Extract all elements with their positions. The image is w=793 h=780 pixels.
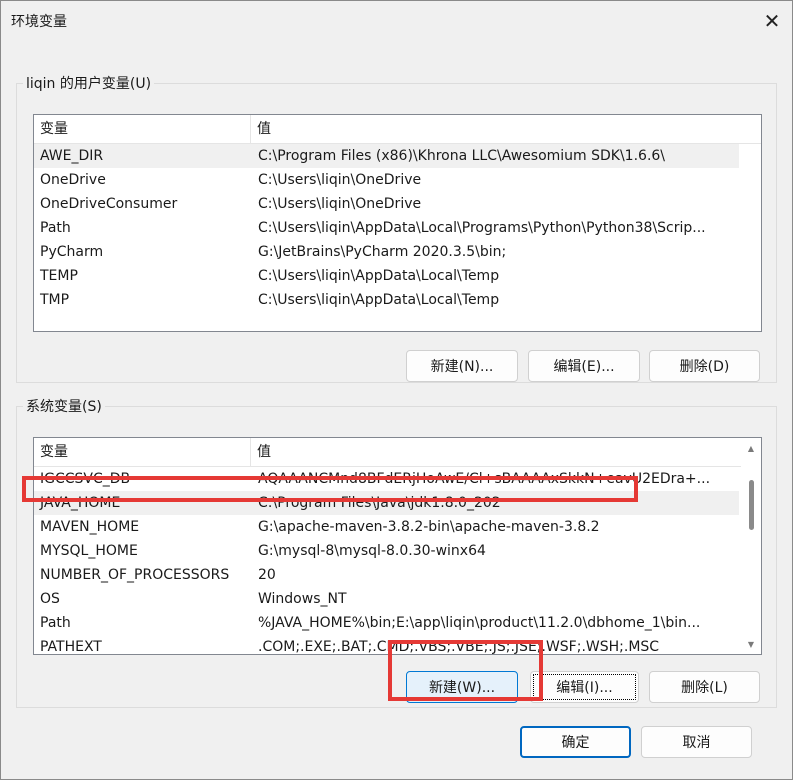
table-row[interactable]: JAVA_HOME C:\Program Files\Java\jdk1.8.0…	[34, 491, 739, 515]
variable-value: 20	[258, 567, 276, 583]
table-row[interactable]: PyCharm G:\JetBrains\PyCharm 2020.3.5\bi…	[34, 240, 739, 264]
user-edit-button[interactable]: 编辑(E)...	[528, 350, 640, 382]
variable-value: C:\Users\liqin\AppData\Local\Temp	[258, 268, 500, 284]
variable-value: %JAVA_HOME%\bin;E:\app\liqin\product\11.…	[258, 615, 701, 631]
variable-value: Windows_NT	[258, 591, 347, 607]
variable-name: MAVEN_HOME	[40, 519, 140, 535]
variable-value: C:\Users\liqin\OneDrive	[258, 196, 422, 212]
close-icon[interactable]: ✕	[758, 7, 786, 35]
variable-value: G:\apache-maven-3.8.2-bin\apache-maven-3…	[258, 519, 600, 535]
user-variables-legend: liqin 的用户变量(U)	[26, 76, 152, 92]
system-variables-list[interactable]: 变量 值 IGCCSVC_DB AQAAANCMnd8BFdERjHoAwE/C…	[33, 437, 762, 655]
scroll-up-arrow-icon[interactable]: ▲	[741, 440, 761, 456]
variable-value: AQAAANCMnd8BFdERjHoAwE/Cl+sBAAAAxSkkN+ea…	[258, 471, 711, 487]
list-body: IGCCSVC_DB AQAAANCMnd8BFdERjHoAwE/Cl+sBA…	[34, 467, 739, 655]
list-header: 变量 值	[34, 115, 761, 144]
variable-value: C:\Users\liqin\AppData\Local\Programs\Py…	[258, 220, 706, 236]
ok-button[interactable]: 确定	[520, 726, 631, 758]
table-row[interactable]: OneDrive C:\Users\liqin\OneDrive	[34, 168, 739, 192]
variable-name: TEMP	[40, 268, 78, 284]
system-new-button[interactable]: 新建(W)...	[406, 671, 518, 703]
environment-variables-dialog: 环境变量 ✕ liqin 的用户变量(U) 变量 值 AWE_DIR C:\Pr…	[0, 0, 793, 780]
user-variables-list[interactable]: 变量 值 AWE_DIR C:\Program Files (x86)\Khro…	[33, 114, 762, 332]
system-variables-legend: 系统变量(S)	[26, 399, 102, 415]
system-variables-group: 系统变量(S) 变量 值 IGCCSVC_DB AQAAANCMnd8BFdER…	[16, 396, 777, 708]
variable-name: Path	[40, 615, 71, 631]
variable-name: OneDriveConsumer	[40, 196, 178, 212]
system-edit-button[interactable]: 编辑(I)...	[530, 671, 639, 703]
variable-name: AWE_DIR	[40, 148, 104, 164]
variable-name: OneDrive	[40, 172, 106, 188]
variable-value: .COM;.EXE;.BAT;.CMD;.VBS;.VBE;.JS;.JSE;.…	[258, 639, 660, 655]
list-body: AWE_DIR C:\Program Files (x86)\Khrona LL…	[34, 144, 739, 312]
variable-name: OS	[40, 591, 60, 607]
variable-value: G:\mysql-8\mysql-8.0.30-winx64	[258, 543, 486, 559]
table-row[interactable]: NUMBER_OF_PROCESSORS 20	[34, 563, 739, 587]
title-bar: 环境变量 ✕	[1, 1, 792, 41]
table-row[interactable]: PATHEXT .COM;.EXE;.BAT;.CMD;.VBS;.VBE;.J…	[34, 635, 739, 655]
variable-value: C:\Program Files\Java\jdk1.8.0_202	[258, 495, 501, 511]
table-row[interactable]: MYSQL_HOME G:\mysql-8\mysql-8.0.30-winx6…	[34, 539, 739, 563]
column-header-value[interactable]: 值	[251, 115, 761, 143]
table-row[interactable]: TEMP C:\Users\liqin\AppData\Local\Temp	[34, 264, 739, 288]
table-row[interactable]: Path C:\Users\liqin\AppData\Local\Progra…	[34, 216, 739, 240]
variable-name: MYSQL_HOME	[40, 543, 138, 559]
column-header-value[interactable]: 值	[251, 438, 739, 466]
variable-name: JAVA_HOME	[40, 495, 121, 511]
window-title: 环境变量	[11, 14, 67, 30]
table-row[interactable]: IGCCSVC_DB AQAAANCMnd8BFdERjHoAwE/Cl+sBA…	[34, 467, 739, 491]
variable-name: TMP	[40, 292, 70, 308]
variable-name: Path	[40, 220, 71, 236]
variable-name: NUMBER_OF_PROCESSORS	[40, 567, 230, 583]
variable-name: IGCCSVC_DB	[40, 471, 131, 487]
variable-value: C:\Program Files (x86)\Khrona LLC\Awesom…	[258, 148, 666, 164]
user-delete-button[interactable]: 删除(D)	[649, 350, 760, 382]
table-row[interactable]: AWE_DIR C:\Program Files (x86)\Khrona LL…	[34, 144, 739, 168]
scroll-thumb[interactable]	[749, 480, 754, 530]
variable-value: G:\JetBrains\PyCharm 2020.3.5\bin;	[258, 244, 507, 260]
vertical-scrollbar[interactable]: ▲ ▼	[741, 438, 761, 654]
cancel-button[interactable]: 取消	[641, 726, 752, 758]
table-row[interactable]: MAVEN_HOME G:\apache-maven-3.8.2-bin\apa…	[34, 515, 739, 539]
table-row[interactable]: TMP C:\Users\liqin\AppData\Local\Temp	[34, 288, 739, 312]
variable-name: PATHEXT	[40, 639, 102, 655]
scroll-down-arrow-icon[interactable]: ▼	[741, 636, 761, 652]
variable-value: C:\Users\liqin\AppData\Local\Temp	[258, 292, 500, 308]
variable-value: C:\Users\liqin\OneDrive	[258, 172, 422, 188]
table-row[interactable]: OS Windows_NT	[34, 587, 739, 611]
column-header-variable[interactable]: 变量	[34, 115, 251, 143]
variable-name: PyCharm	[40, 244, 104, 260]
column-header-variable[interactable]: 变量	[34, 438, 251, 466]
table-row[interactable]: OneDriveConsumer C:\Users\liqin\OneDrive	[34, 192, 739, 216]
table-row[interactable]: Path %JAVA_HOME%\bin;E:\app\liqin\produc…	[34, 611, 739, 635]
user-new-button[interactable]: 新建(N)...	[406, 350, 518, 382]
system-delete-button[interactable]: 删除(L)	[649, 671, 760, 703]
list-header: 变量 值	[34, 438, 761, 467]
user-variables-group: liqin 的用户变量(U) 变量 值 AWE_DIR C:\Program F…	[16, 73, 777, 383]
